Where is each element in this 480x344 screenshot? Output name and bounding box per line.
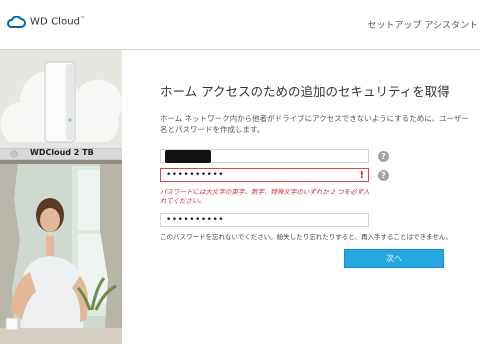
person-illustration bbox=[0, 160, 122, 344]
username-help-icon[interactable]: ? bbox=[378, 151, 389, 162]
header-title: セットアップ アシスタント bbox=[367, 21, 478, 31]
page-title: ホーム アクセスのための追加のセキュリティを取得 bbox=[160, 84, 450, 99]
password-help-icon[interactable]: ? bbox=[378, 170, 389, 181]
password-value: •••••••••• bbox=[166, 170, 225, 180]
next-button[interactable]: 次へ bbox=[344, 249, 444, 268]
drive-image bbox=[44, 61, 76, 143]
password-field[interactable]: •••••••••• ! bbox=[160, 168, 369, 182]
confirm-password-value: •••••••••• bbox=[166, 215, 225, 225]
password-warning-note: このパスワードを忘れないでください。紛失したり忘れたりすると、再入手することはで… bbox=[160, 233, 452, 241]
illustration-panel: WDCloud 2 TB bbox=[0, 50, 122, 344]
drive-label-bar: WDCloud 2 TB bbox=[0, 148, 122, 160]
logo-text: WD Cloud™ bbox=[30, 16, 86, 28]
error-icon: ! bbox=[359, 170, 364, 181]
confirm-password-field[interactable]: •••••••••• bbox=[160, 213, 369, 227]
drive-name: WDCloud 2 TB bbox=[30, 148, 94, 157]
header-bar: WD Cloud™ セットアップ アシスタント bbox=[0, 0, 480, 50]
setup-content: ホーム アクセスのための追加のセキュリティを取得 ホーム ネットワーク内から他者… bbox=[122, 50, 480, 344]
username-redacted bbox=[165, 150, 211, 163]
password-error-message: パスワードには大文字の英字、数字、特殊文字のいずれか 2 つを必ず入れてください… bbox=[160, 188, 370, 205]
description-text: ホーム ネットワーク内から他者がドライブにアクセスできないようにするために、ユー… bbox=[160, 114, 469, 134]
cloud-icon bbox=[7, 16, 26, 28]
username-field[interactable] bbox=[160, 149, 369, 163]
wd-cloud-logo: WD Cloud™ bbox=[6, 16, 85, 28]
